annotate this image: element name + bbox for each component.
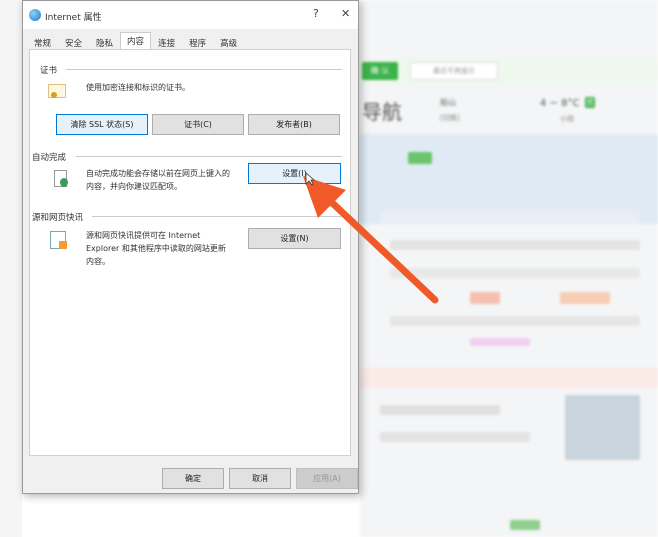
annotation-arrow-icon xyxy=(303,176,439,304)
mouse-cursor-icon xyxy=(305,172,315,186)
